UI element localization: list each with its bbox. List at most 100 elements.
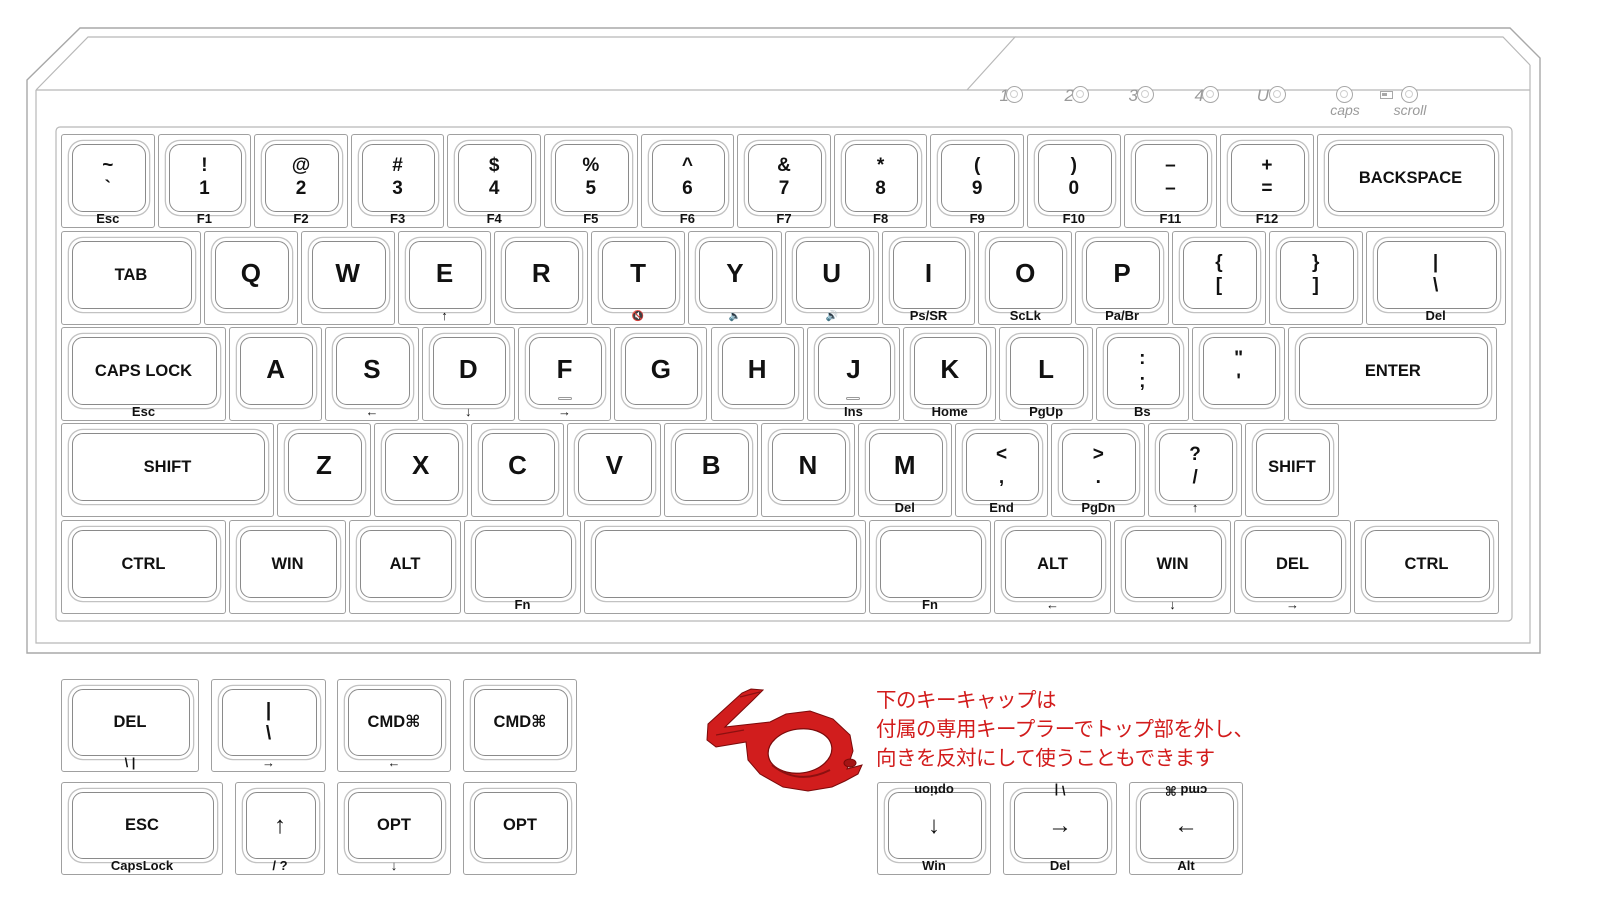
key-lwin[interactable]: WIN <box>229 520 346 614</box>
extra-key-cmd-2[interactable]: CMD⌘ <box>463 679 577 772</box>
key-base-label: , <box>998 467 1005 488</box>
key-del[interactable]: DEL → <box>1234 520 1351 614</box>
reversible-key-left[interactable]: ← Alt cmd ⌘ <box>1129 782 1243 875</box>
key-z[interactable]: Z <box>277 423 371 517</box>
key-v[interactable]: V <box>567 423 662 517</box>
key-quote[interactable]: " ' <box>1192 327 1286 421</box>
key-tilde[interactable]: ~ ` Esc <box>61 134 155 228</box>
key-reverse-label: option <box>914 783 954 798</box>
extra-key-opt-2[interactable]: OPT <box>463 782 577 875</box>
key-fn-label: F12 <box>1255 211 1279 226</box>
extra-key-pipe[interactable]: | \ → <box>211 679 326 772</box>
key-7[interactable]: & 7 F7 <box>737 134 831 228</box>
key-slash[interactable]: ? / ↑ <box>1148 423 1242 517</box>
key-lalt[interactable]: ALT <box>349 520 461 614</box>
key-x[interactable]: X <box>373 423 468 517</box>
key-shift-label: ! <box>201 155 208 176</box>
key-t[interactable]: T 🔇 <box>591 231 685 325</box>
key-capslock[interactable]: CAPS LOCK Esc <box>61 327 226 421</box>
key-label: X <box>412 450 430 480</box>
key-lbracket[interactable]: {[ <box>1172 231 1266 325</box>
key-0[interactable]: ) 0 F10 <box>1027 134 1121 228</box>
key-3[interactable]: #3 F3 <box>350 134 445 228</box>
key-enter[interactable]: ENTER <box>1288 327 1498 421</box>
key-e[interactable]: E ↑ <box>397 231 492 325</box>
key-rshift[interactable]: SHIFT <box>1245 423 1339 517</box>
key-fn-label: → <box>262 755 275 770</box>
key-base-label: 8 <box>875 178 886 199</box>
key-fn-label: Esc <box>96 211 120 226</box>
key-a[interactable]: A <box>229 327 323 421</box>
key-j[interactable]: J Ins <box>806 327 901 421</box>
key-k[interactable]: K Home <box>903 327 997 421</box>
key-space[interactable] <box>584 520 866 614</box>
key-base-label: 9 <box>971 178 983 199</box>
key-fn-label: F3 <box>390 211 406 226</box>
key-n[interactable]: N <box>761 423 855 517</box>
key-lfn[interactable]: Fn <box>464 520 581 614</box>
key-label: R <box>531 258 551 288</box>
extra-key-uparrow[interactable]: ↑ / ? <box>235 782 325 875</box>
key-backspace[interactable]: BACKSPACE <box>1316 134 1505 228</box>
reversible-key-down[interactable]: ↓ Win option <box>877 782 991 875</box>
key-m[interactable]: M Del <box>857 423 952 517</box>
key-rctrl[interactable]: CTRL <box>1354 520 1499 614</box>
led-label: caps <box>1330 102 1360 118</box>
key-fn-label: / ? <box>272 858 288 873</box>
extra-key-del[interactable]: DEL \ | <box>61 679 199 772</box>
key-p[interactable]: P Pa/Br <box>1075 231 1169 325</box>
key-1[interactable]: ! 1 F1 <box>157 134 252 228</box>
key-8[interactable]: * 8 F8 <box>833 134 928 228</box>
key-b[interactable]: B <box>664 423 758 517</box>
key-base-label: 0 <box>1068 178 1080 199</box>
key-h[interactable]: H <box>710 327 804 421</box>
led-indicator <box>1006 86 1023 103</box>
key-lshift[interactable]: SHIFT <box>61 423 274 517</box>
key-d[interactable]: D ↓ <box>421 327 515 421</box>
extra-key-opt-1[interactable]: OPT ↓ <box>337 782 451 875</box>
keycap <box>880 530 982 598</box>
key-fn-label: F4 <box>486 211 502 226</box>
key-ralt[interactable]: ALT ← <box>994 520 1111 614</box>
key-2[interactable]: @2 F2 <box>254 134 348 228</box>
key-comma[interactable]: <, End <box>954 423 1049 517</box>
key-w[interactable]: W <box>300 231 395 325</box>
key-shift-label: ) <box>1070 155 1077 176</box>
key-equals[interactable]: + = F12 <box>1220 134 1314 228</box>
key-label: M <box>893 450 916 480</box>
key-s[interactable]: S ← <box>325 327 419 421</box>
key-c[interactable]: C <box>470 423 565 517</box>
key-shift-label: | <box>265 699 272 721</box>
key-backslash[interactable]: | \ Del <box>1365 231 1506 325</box>
note-line-1: 下のキーキャップは <box>876 688 1057 712</box>
key-r[interactable]: R <box>494 231 589 325</box>
key-fn-label: F6 <box>679 211 695 226</box>
key-u[interactable]: U 🔊 <box>784 231 879 325</box>
extra-key-esc[interactable]: ESC CapsLock <box>61 782 223 875</box>
key-o[interactable]: O ScLk <box>978 231 1073 325</box>
key-minus[interactable]: – – F11 <box>1123 134 1218 228</box>
key-lctrl[interactable]: CTRL <box>61 520 226 614</box>
key-g[interactable]: G <box>614 327 708 421</box>
key-4[interactable]: $4 F4 <box>447 134 541 228</box>
key-9[interactable]: (9 F9 <box>930 134 1024 228</box>
key-y[interactable]: Y 🔈 <box>688 231 782 325</box>
key-rfn[interactable]: Fn <box>869 520 991 614</box>
key-fn-label: Win <box>922 858 946 873</box>
key-q[interactable]: Q <box>204 231 298 325</box>
key-i[interactable]: I Ps/SR <box>881 231 976 325</box>
key-label: SHIFT <box>143 457 192 476</box>
key-period[interactable]: >. PgDn <box>1051 423 1146 517</box>
key-l[interactable]: L PgUp <box>999 327 1093 421</box>
key-6[interactable]: ^ 6 F6 <box>640 134 735 228</box>
led-label: 3 <box>1128 86 1138 105</box>
key-rwin[interactable]: WIN ↓ <box>1114 520 1231 614</box>
key-label: ↓ <box>928 811 940 839</box>
extra-key-cmd-1[interactable]: CMD⌘ ← <box>337 679 451 772</box>
key-tab[interactable]: TAB <box>61 231 201 325</box>
key-f[interactable]: F → <box>517 327 612 421</box>
key-semicolon[interactable]: :; Bs <box>1095 327 1189 421</box>
reversible-key-right[interactable]: → Del \ | <box>1003 782 1117 875</box>
key-rbracket[interactable]: }] <box>1268 231 1363 325</box>
key-5[interactable]: % 5 F5 <box>544 134 638 228</box>
